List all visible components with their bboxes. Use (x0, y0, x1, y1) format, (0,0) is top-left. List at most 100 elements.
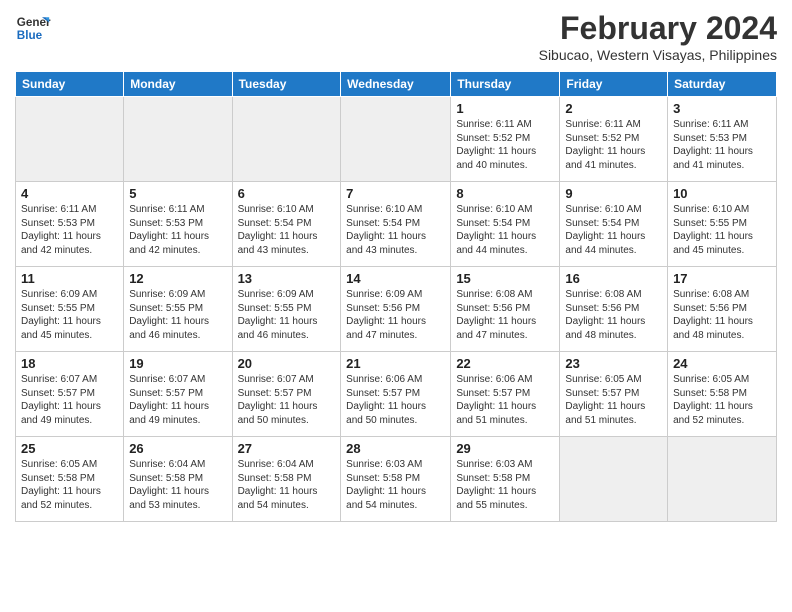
cell-info: Sunrise: 6:09 AMSunset: 5:56 PMDaylight:… (346, 288, 445, 342)
calendar-cell: 22 Sunrise: 6:06 AMSunset: 5:57 PMDayligh… (451, 352, 560, 437)
cell-info: Sunrise: 6:04 AMSunset: 5:58 PMDaylight:… (129, 458, 226, 512)
day-number: 20 (238, 356, 336, 371)
calendar-cell: 26 Sunrise: 6:04 AMSunset: 5:58 PMDayligh… (124, 437, 232, 522)
logo: General Blue (15, 10, 51, 46)
cell-info: Sunrise: 6:07 AMSunset: 5:57 PMDaylight:… (129, 373, 226, 427)
calendar-cell: 20 Sunrise: 6:07 AMSunset: 5:57 PMDayligh… (232, 352, 341, 437)
cell-info: Sunrise: 6:04 AMSunset: 5:58 PMDaylight:… (238, 458, 336, 512)
day-number: 3 (673, 101, 771, 116)
calendar-cell: 7 Sunrise: 6:10 AMSunset: 5:54 PMDaylight… (341, 182, 451, 267)
cell-info: Sunrise: 6:09 AMSunset: 5:55 PMDaylight:… (21, 288, 118, 342)
day-number: 26 (129, 441, 226, 456)
day-number: 24 (673, 356, 771, 371)
cell-info: Sunrise: 6:10 AMSunset: 5:55 PMDaylight:… (673, 203, 771, 257)
month-year: February 2024 (539, 10, 777, 47)
calendar-cell: 25 Sunrise: 6:05 AMSunset: 5:58 PMDayligh… (16, 437, 124, 522)
cell-info: Sunrise: 6:09 AMSunset: 5:55 PMDaylight:… (129, 288, 226, 342)
calendar-cell: 27 Sunrise: 6:04 AMSunset: 5:58 PMDayligh… (232, 437, 341, 522)
calendar-cell (124, 97, 232, 182)
day-header-wednesday: Wednesday (341, 72, 451, 97)
calendar-cell: 2 Sunrise: 6:11 AMSunset: 5:52 PMDaylight… (560, 97, 668, 182)
calendar-cell: 5Sunrise: 6:11 AMSunset: 5:53 PMDaylight… (124, 182, 232, 267)
calendar-cell: 6 Sunrise: 6:10 AMSunset: 5:54 PMDaylight… (232, 182, 341, 267)
calendar-cell: 24 Sunrise: 6:05 AMSunset: 5:58 PMDayligh… (668, 352, 777, 437)
calendar-row: 1 Sunrise: 6:11 AMSunset: 5:52 PMDaylight… (16, 97, 777, 182)
calendar-cell: 17 Sunrise: 6:08 AMSunset: 5:56 PMDayligh… (668, 267, 777, 352)
day-number: 28 (346, 441, 445, 456)
calendar-cell: 4 Sunrise: 6:11 AMSunset: 5:53 PMDaylight… (16, 182, 124, 267)
day-number: 27 (238, 441, 336, 456)
calendar-row: 25 Sunrise: 6:05 AMSunset: 5:58 PMDayligh… (16, 437, 777, 522)
day-number: 21 (346, 356, 445, 371)
calendar-cell: 1 Sunrise: 6:11 AMSunset: 5:52 PMDaylight… (451, 97, 560, 182)
cell-info: Sunrise: 6:11 AMSunset: 5:52 PMDaylight:… (565, 118, 662, 172)
calendar-cell (560, 437, 668, 522)
day-number: 2 (565, 101, 662, 116)
day-number: 15 (456, 271, 554, 286)
day-header-row: SundayMondayTuesdayWednesdayThursdayFrid… (16, 72, 777, 97)
cell-info: Sunrise: 6:05 AMSunset: 5:58 PMDaylight:… (21, 458, 118, 512)
calendar-row: 11 Sunrise: 6:09 AMSunset: 5:55 PMDayligh… (16, 267, 777, 352)
calendar-cell: 14 Sunrise: 6:09 AMSunset: 5:56 PMDayligh… (341, 267, 451, 352)
day-header-tuesday: Tuesday (232, 72, 341, 97)
day-number: 29 (456, 441, 554, 456)
calendar-cell: 3 Sunrise: 6:11 AMSunset: 5:53 PMDaylight… (668, 97, 777, 182)
cell-info: Sunrise: 6:10 AMSunset: 5:54 PMDaylight:… (346, 203, 445, 257)
day-number: 16 (565, 271, 662, 286)
svg-text:Blue: Blue (17, 29, 43, 42)
calendar-table: SundayMondayTuesdayWednesdayThursdayFrid… (15, 71, 777, 522)
day-number: 6 (238, 186, 336, 201)
cell-info: Sunrise: 6:11 AMSunset: 5:52 PMDaylight:… (456, 118, 554, 172)
cell-info: Sunrise: 6:09 AMSunset: 5:55 PMDaylight:… (238, 288, 336, 342)
day-number: 22 (456, 356, 554, 371)
cell-info: Sunrise: 6:05 AMSunset: 5:57 PMDaylight:… (565, 373, 662, 427)
day-number: 11 (21, 271, 118, 286)
header: General Blue February 2024 Sibucao, West… (15, 10, 777, 63)
cell-info: Sunrise: 6:08 AMSunset: 5:56 PMDaylight:… (565, 288, 662, 342)
calendar-cell: 28 Sunrise: 6:03 AMSunset: 5:58 PMDayligh… (341, 437, 451, 522)
calendar-cell: 10 Sunrise: 6:10 AMSunset: 5:55 PMDayligh… (668, 182, 777, 267)
cell-info: Sunrise: 6:08 AMSunset: 5:56 PMDaylight:… (456, 288, 554, 342)
cell-info: Sunrise: 6:05 AMSunset: 5:58 PMDaylight:… (673, 373, 771, 427)
calendar-cell: 16 Sunrise: 6:08 AMSunset: 5:56 PMDayligh… (560, 267, 668, 352)
day-number: 13 (238, 271, 336, 286)
calendar-cell: 11 Sunrise: 6:09 AMSunset: 5:55 PMDayligh… (16, 267, 124, 352)
day-number: 10 (673, 186, 771, 201)
location: Sibucao, Western Visayas, Philippines (539, 47, 777, 63)
day-number: 7 (346, 186, 445, 201)
calendar-cell (16, 97, 124, 182)
calendar-cell: 18Sunrise: 6:07 AMSunset: 5:57 PMDayligh… (16, 352, 124, 437)
day-header-thursday: Thursday (451, 72, 560, 97)
day-header-friday: Friday (560, 72, 668, 97)
logo-icon: General Blue (15, 10, 51, 46)
calendar-cell (668, 437, 777, 522)
calendar-cell (232, 97, 341, 182)
cell-info: Sunrise: 6:03 AMSunset: 5:58 PMDaylight:… (346, 458, 445, 512)
day-number: 25 (21, 441, 118, 456)
calendar-cell: 12 Sunrise: 6:09 AMSunset: 5:55 PMDayligh… (124, 267, 232, 352)
cell-info: Sunrise: 6:07 AMSunset: 5:57 PMDaylight:… (238, 373, 336, 427)
day-number: 17 (673, 271, 771, 286)
day-number: 1 (456, 101, 554, 116)
cell-info: Sunrise: 6:06 AMSunset: 5:57 PMDaylight:… (346, 373, 445, 427)
calendar-cell (341, 97, 451, 182)
cell-info: Sunrise: 6:10 AMSunset: 5:54 PMDaylight:… (456, 203, 554, 257)
cell-info: Sunrise: 6:10 AMSunset: 5:54 PMDaylight:… (565, 203, 662, 257)
cell-info: Sunrise: 6:10 AMSunset: 5:54 PMDaylight:… (238, 203, 336, 257)
day-number: 12 (129, 271, 226, 286)
day-number: 14 (346, 271, 445, 286)
cell-info: Sunrise: 6:06 AMSunset: 5:57 PMDaylight:… (456, 373, 554, 427)
cell-info: Sunrise: 6:08 AMSunset: 5:56 PMDaylight:… (673, 288, 771, 342)
calendar-row: 18Sunrise: 6:07 AMSunset: 5:57 PMDayligh… (16, 352, 777, 437)
day-number: 4 (21, 186, 118, 201)
calendar-cell: 23 Sunrise: 6:05 AMSunset: 5:57 PMDayligh… (560, 352, 668, 437)
cell-info: Sunrise: 6:07 AMSunset: 5:57 PMDaylight:… (21, 373, 118, 427)
calendar-cell: 15 Sunrise: 6:08 AMSunset: 5:56 PMDayligh… (451, 267, 560, 352)
calendar-cell: 9Sunrise: 6:10 AMSunset: 5:54 PMDaylight… (560, 182, 668, 267)
cell-info: Sunrise: 6:03 AMSunset: 5:58 PMDaylight:… (456, 458, 554, 512)
day-number: 23 (565, 356, 662, 371)
day-header-saturday: Saturday (668, 72, 777, 97)
day-number: 5 (129, 186, 226, 201)
cell-info: Sunrise: 6:11 AMSunset: 5:53 PMDaylight:… (21, 203, 118, 257)
cell-info: Sunrise: 6:11 AMSunset: 5:53 PMDaylight:… (673, 118, 771, 172)
